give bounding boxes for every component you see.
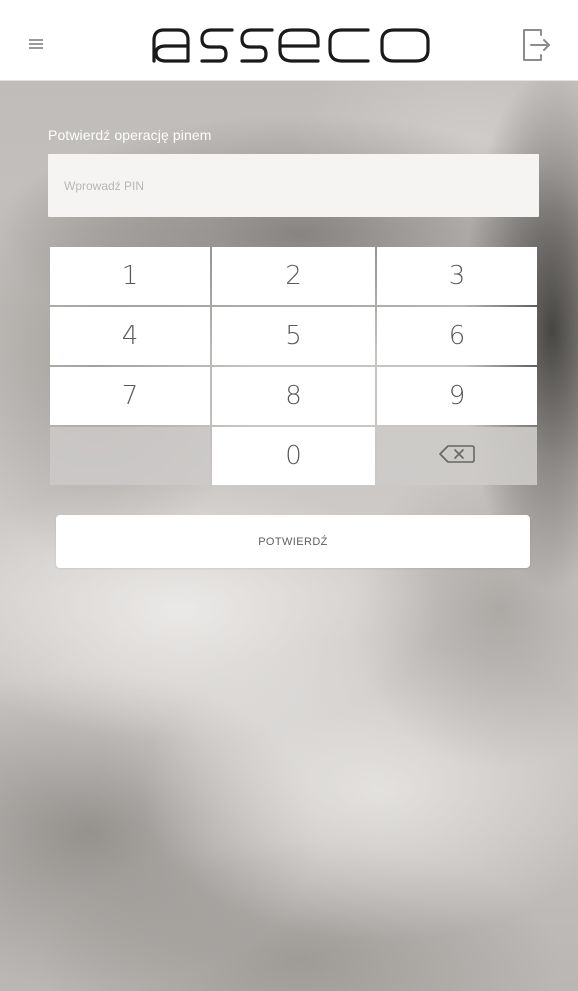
keypad-key-2[interactable]: 2 — [212, 247, 375, 305]
keypad-key-5[interactable]: 5 — [212, 307, 375, 365]
logout-icon[interactable] — [521, 28, 551, 62]
keypad-key-0[interactable]: 0 — [212, 427, 375, 485]
keypad-key-6[interactable]: 6 — [377, 307, 537, 365]
pin-input[interactable] — [48, 154, 539, 217]
keypad-key-1[interactable]: 1 — [50, 247, 210, 305]
keypad-backspace-button[interactable] — [377, 427, 537, 485]
blurred-background — [0, 0, 578, 991]
hamburger-menu-icon[interactable] — [29, 39, 43, 49]
numeric-keypad: 1 2 3 4 5 6 7 8 9 0 — [50, 247, 537, 487]
keypad-empty-slot — [50, 427, 210, 485]
keypad-key-8[interactable]: 8 — [212, 367, 375, 425]
app-header: asseco — [0, 0, 578, 81]
keypad-key-4[interactable]: 4 — [50, 307, 210, 365]
keypad-key-7[interactable]: 7 — [50, 367, 210, 425]
pin-form-label: Potwierdź operację pinem — [48, 127, 212, 143]
keypad-key-3[interactable]: 3 — [377, 247, 537, 305]
pin-confirmation-screen: asseco Potwierd — [0, 0, 578, 991]
confirm-button[interactable]: POTWIERDŹ — [56, 515, 530, 568]
keypad-key-9[interactable]: 9 — [377, 367, 537, 425]
backspace-icon — [438, 441, 476, 471]
asseco-logo: asseco — [150, 26, 435, 66]
